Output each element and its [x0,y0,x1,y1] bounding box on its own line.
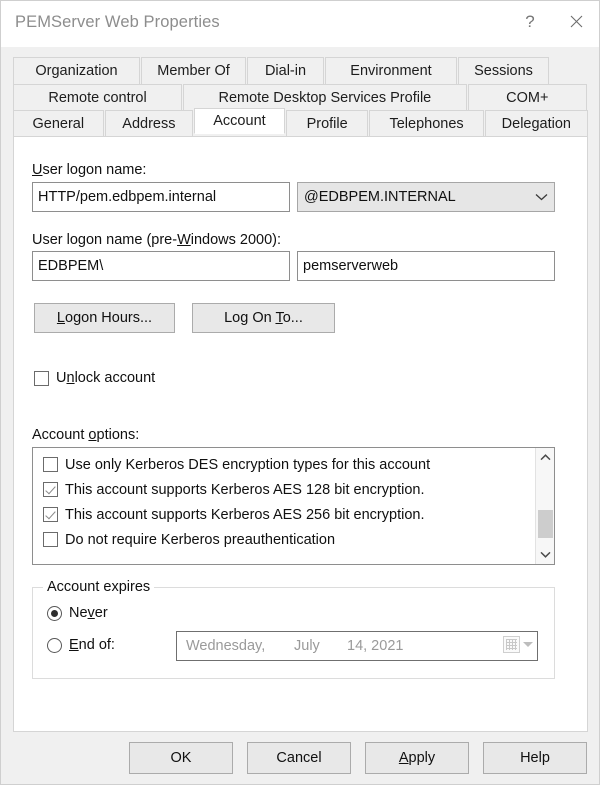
option-row[interactable]: Use only Kerberos DES encryption types f… [33,452,554,477]
help-button[interactable]: Help [483,742,587,774]
tab-organization[interactable]: Organization [13,57,140,84]
tab-address[interactable]: Address [104,110,194,136]
tab-profile[interactable]: Profile [285,110,369,136]
date-weekday: Wednesday, [186,638,266,654]
checkbox-box [43,457,58,472]
tab-label: Member Of [157,63,230,79]
checkbox-box [43,482,58,497]
account-expires-title: Account expires [43,579,155,595]
tab-label: Telephones [389,115,464,132]
scrollbar-thumb[interactable] [538,510,553,538]
never-label: Never [69,605,108,621]
tab-telephones[interactable]: Telephones [369,110,484,136]
window-controls: ? [507,1,599,41]
log-on-to-button[interactable]: Log On To... [192,303,335,333]
window-title: PEMServer Web Properties [15,13,220,31]
checkbox-box [34,370,49,386]
properties-dialog: PEMServer Web Properties ? Organization … [0,0,600,785]
calendar-icon [503,636,520,653]
user-logon-name-value: HTTP/pem.edbpem.internal [38,189,217,205]
option-label: Do not require Kerberos preauthenticatio… [65,531,336,548]
option-row[interactable]: Do not require Kerberos preauthenticatio… [33,527,554,552]
account-options-listbox[interactable]: Use only Kerberos DES encryption types f… [32,447,555,565]
checkbox-box [43,507,58,522]
date-month: July [294,638,320,654]
option-label: This account supports Kerberos AES 256 b… [65,506,425,523]
triangle-down-icon [523,642,533,647]
tab-delegation[interactable]: Delegation [484,110,588,136]
user-logon-name-label: User logon name: [32,162,147,178]
tab-account[interactable]: Account [194,108,285,134]
chevron-down-icon[interactable] [536,545,554,564]
account-expires-group: Account expires Never End of: Wednesday,… [32,579,555,679]
log-on-to-label: Log On To... [224,310,303,326]
logon-hours-label: Logon Hours... [56,310,153,326]
domain-suffix-combobox[interactable]: @EDBPEM.INTERNAL [297,182,555,212]
tab-label: Remote Desktop Services Profile [218,89,432,106]
domain-suffix-value: @EDBPEM.INTERNAL [304,189,456,205]
tab-label: Remote control [48,89,147,106]
unlock-account-label: Unlock account [56,370,156,386]
tab-label: Profile [306,115,348,132]
tab-row-3: General Address Account Profile Telephon… [13,108,588,136]
end-of-radio[interactable]: End of: [47,637,115,653]
radio-circle [47,605,62,621]
pre-windows-2000-domain-input[interactable]: EDBPEM\ [32,251,290,281]
calendar-dropdown-button[interactable] [503,636,533,653]
dialog-footer: OK Cancel Apply Help [1,732,599,784]
tab-label: Environment [350,63,432,79]
tab-row-1: Organization Member Of Dial-in Environme… [13,57,588,84]
tab-label: General [32,115,85,132]
tab-general[interactable]: General [13,110,104,136]
checkbox-box [43,532,58,547]
date-day-year: 14, 2021 [347,638,404,654]
chevron-up-icon[interactable] [536,448,554,467]
tab-label: Dial-in [264,63,307,79]
tab-com-plus[interactable]: COM+ [467,84,587,110]
chevron-down-icon [535,189,548,205]
expiration-date-picker[interactable]: Wednesday, July 14, 2021 [176,631,538,661]
title-bar: PEMServer Web Properties ? [1,1,599,47]
help-label: Help [520,750,550,766]
tab-member-of[interactable]: Member Of [141,57,246,84]
tab-label: Account [213,113,266,129]
pre-windows-2000-domain-value: EDBPEM\ [38,258,104,274]
tab-label: Address [122,115,176,132]
end-of-label: End of: [69,637,115,653]
tab-remote-control[interactable]: Remote control [13,84,183,110]
logon-hours-button[interactable]: Logon Hours... [34,303,175,333]
close-icon[interactable] [553,1,599,41]
never-radio[interactable]: Never [47,605,108,621]
option-label: This account supports Kerberos AES 128 b… [65,481,425,498]
tab-label: Delegation [501,115,571,132]
tab-label: Sessions [474,63,533,79]
options-scrollbar[interactable] [535,448,554,564]
radio-circle [47,637,62,653]
tab-strip: Organization Member Of Dial-in Environme… [1,47,599,136]
tab-environment[interactable]: Environment [325,57,457,84]
pre-windows-2000-label: User logon name (pre-Windows 2000): [32,232,282,248]
user-logon-name-input[interactable]: HTTP/pem.edbpem.internal [32,182,290,212]
account-tab-panel: User logon name: HTTP/pem.edbpem.interna… [13,136,588,732]
option-row[interactable]: This account supports Kerberos AES 256 b… [33,502,554,527]
account-options-label: Account options: [32,427,140,443]
option-label: Use only Kerberos DES encryption types f… [65,456,431,473]
tab-label: Organization [35,63,118,79]
cancel-button[interactable]: Cancel [247,742,351,774]
apply-button[interactable]: Apply [365,742,469,774]
ok-label: OK [170,750,192,766]
tab-remote-desktop-services-profile[interactable]: Remote Desktop Services Profile [183,84,467,110]
option-row[interactable]: This account supports Kerberos AES 128 b… [33,477,554,502]
tab-row-2: Remote control Remote Desktop Services P… [13,84,588,110]
question-mark-icon[interactable]: ? [507,1,553,41]
tab-label: COM+ [506,89,549,106]
tab-dial-in[interactable]: Dial-in [247,57,324,84]
unlock-account-checkbox[interactable]: Unlock account [34,370,155,386]
cancel-label: Cancel [276,750,322,766]
tab-sessions[interactable]: Sessions [458,57,549,84]
apply-label: Apply [398,750,436,766]
pre-windows-2000-name-input[interactable]: pemserverweb [297,251,555,281]
pre-windows-2000-name-value: pemserverweb [303,258,399,274]
ok-button[interactable]: OK [129,742,233,774]
